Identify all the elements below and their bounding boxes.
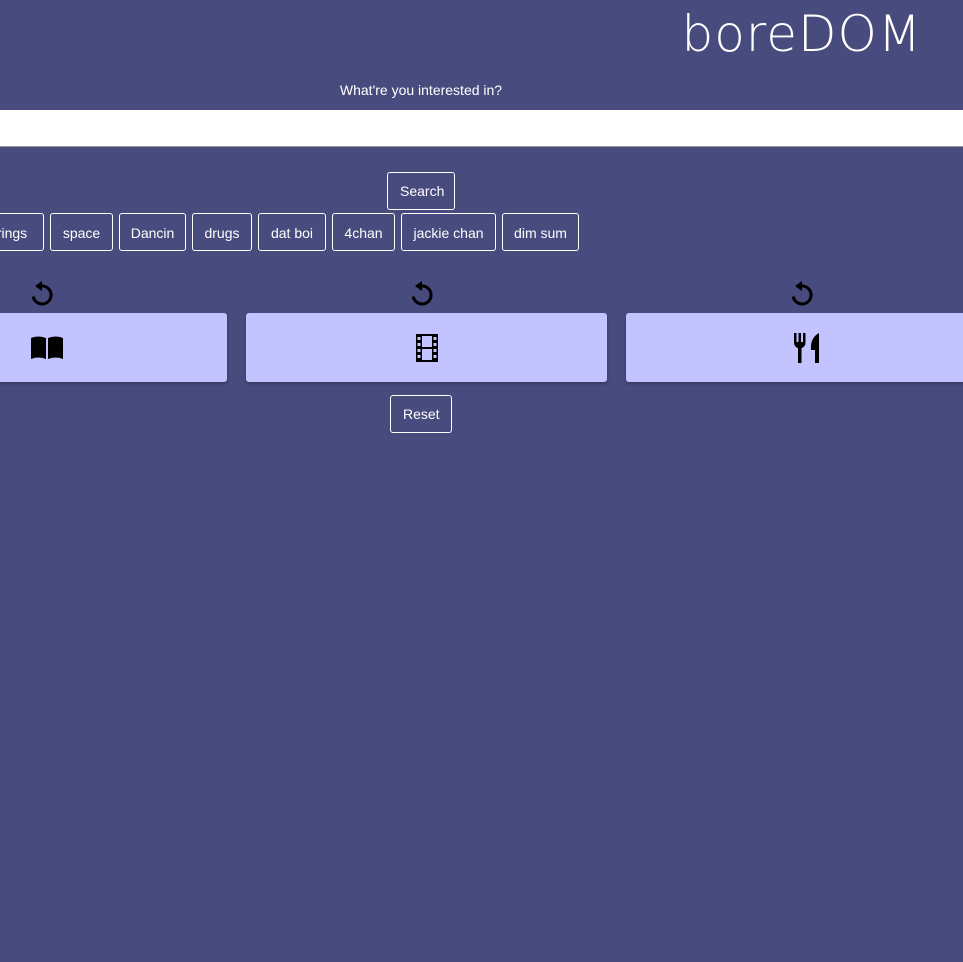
- food-card[interactable]: [626, 313, 963, 382]
- suggestion-chip-jackie-chan[interactable]: jackie chan: [401, 213, 496, 251]
- suggestion-chip-dim-sum[interactable]: dim sum: [502, 213, 579, 251]
- suggestion-chip-drugs[interactable]: drugs: [192, 213, 252, 251]
- suggestion-chip-space[interactable]: space: [50, 213, 113, 251]
- page: boreDOM What're you interested in? Searc…: [0, 0, 963, 962]
- suggestion-chip-dancin[interactable]: Dancin: [119, 213, 186, 251]
- suggestion-chip-4chan[interactable]: 4chan: [332, 213, 395, 251]
- refresh-icon[interactable]: [27, 280, 57, 310]
- reset-button[interactable]: Reset: [390, 395, 452, 433]
- film-card[interactable]: [246, 313, 607, 382]
- search-input[interactable]: [0, 110, 963, 147]
- suggestion-chip-rings[interactable]: rings: [0, 213, 44, 251]
- brand-title: boreDOM: [681, 5, 922, 63]
- utensils-icon: [794, 332, 819, 363]
- search-prompt: What're you interested in?: [339, 82, 503, 98]
- refresh-icon[interactable]: [787, 280, 817, 310]
- refresh-icon[interactable]: [407, 280, 437, 310]
- book-card[interactable]: [0, 313, 227, 382]
- search-button[interactable]: Search: [387, 172, 455, 210]
- film-icon: [416, 333, 438, 362]
- book-icon: [31, 336, 63, 359]
- suggestion-chip-dat-boi[interactable]: dat boi: [258, 213, 326, 251]
